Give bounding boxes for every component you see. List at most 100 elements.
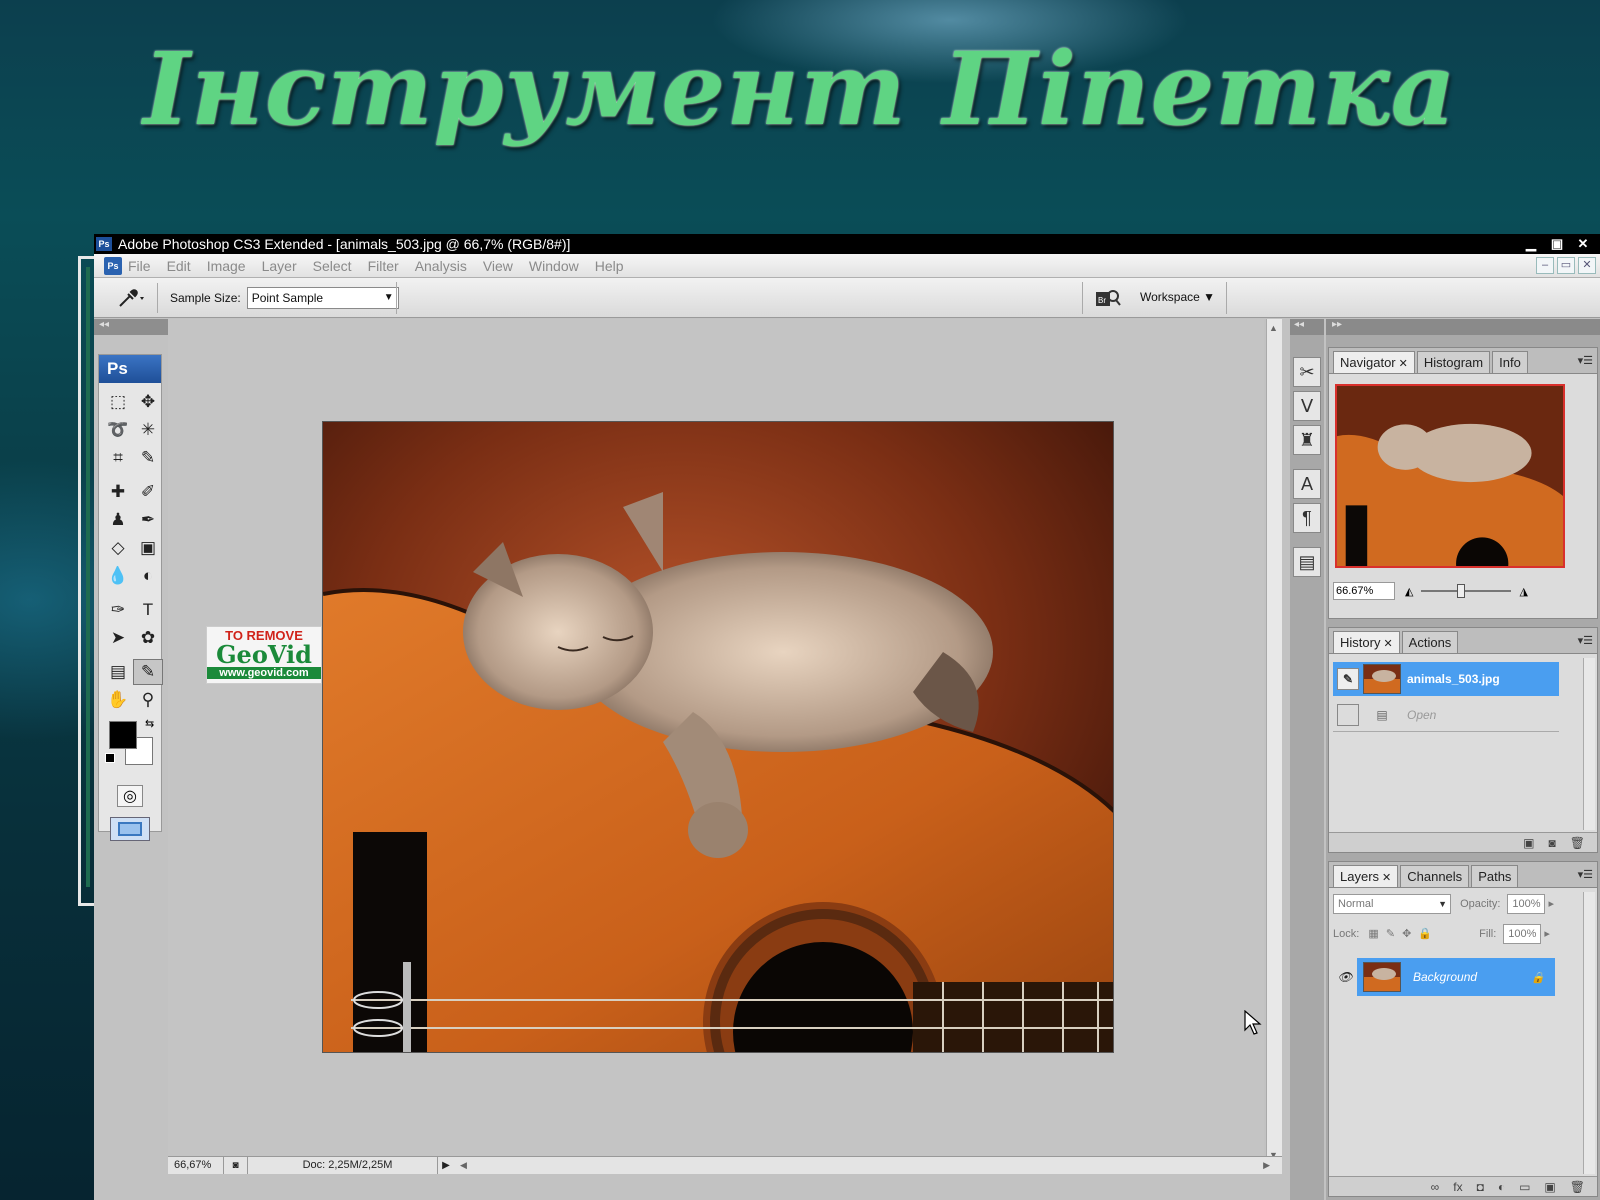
tab-info[interactable]: Info: [1492, 351, 1528, 373]
history-scrollbar[interactable]: [1583, 658, 1595, 830]
menu-help[interactable]: Help: [595, 258, 624, 274]
layer-comps-icon[interactable]: ▤: [1293, 547, 1321, 577]
brushes-icon[interactable]: ⴸ: [1293, 391, 1321, 421]
tools-collapse-bar[interactable]: ◂◂: [94, 319, 168, 335]
history-brush-source-icon[interactable]: ✎: [1337, 668, 1359, 690]
delete-state-icon[interactable]: 🗑: [1570, 836, 1585, 850]
default-colors-icon[interactable]: [105, 753, 115, 763]
menu-analysis[interactable]: Analysis: [415, 258, 467, 274]
character-icon[interactable]: A: [1293, 469, 1321, 499]
new-group-icon[interactable]: ▭: [1519, 1180, 1530, 1194]
screen-mode-button[interactable]: [110, 817, 150, 841]
document-image[interactable]: [322, 421, 1114, 1053]
add-mask-icon[interactable]: ◘: [1477, 1180, 1484, 1194]
navigator-zoom-slider[interactable]: [1421, 584, 1512, 598]
tab-channels[interactable]: Channels: [1400, 865, 1470, 887]
sample-size-select[interactable]: Point Sample ▼: [246, 286, 399, 309]
workspace-menu[interactable]: Workspace ▼: [1140, 290, 1215, 304]
opacity-arrow-icon[interactable]: ▸: [1549, 898, 1555, 910]
tab-paths[interactable]: Paths: [1471, 865, 1519, 887]
scroll-left-icon[interactable]: ◀: [460, 1160, 467, 1171]
tab-history[interactable]: History ✕: [1333, 631, 1400, 653]
doc-restore-button[interactable]: ▭: [1557, 257, 1575, 274]
magic-wand-tool-icon[interactable]: ✳: [133, 417, 163, 443]
scroll-up-icon[interactable]: ▲: [1269, 323, 1278, 333]
foreground-color-swatch[interactable]: [109, 721, 137, 749]
status-menu-arrow-icon[interactable]: ▶: [438, 1160, 454, 1171]
slice-tool-icon[interactable]: ✎: [133, 445, 163, 471]
close-button[interactable]: ✕: [1572, 235, 1594, 252]
path-selection-tool-icon[interactable]: ➤: [103, 625, 133, 651]
slider-handle[interactable]: [1457, 584, 1466, 598]
navigator-zoom-field[interactable]: 66.67%: [1333, 582, 1395, 600]
brush-tool-icon[interactable]: ✐: [133, 479, 163, 505]
clone-stamp-tool-icon[interactable]: ♟: [103, 507, 133, 533]
quick-mask-button[interactable]: ◎: [117, 785, 143, 807]
menu-image[interactable]: Image: [207, 258, 246, 274]
panels-collapse-bar[interactable]: ▸▸: [1326, 319, 1600, 335]
link-layers-icon[interactable]: ∞: [1431, 1180, 1440, 1194]
hand-tool-icon[interactable]: ✋: [103, 687, 133, 713]
move-tool-icon[interactable]: ✥: [133, 389, 163, 415]
eyedropper-tool-icon[interactable]: ✎: [133, 659, 163, 685]
history-step-open[interactable]: ▤ Open: [1333, 698, 1559, 732]
gradient-tool-icon[interactable]: ▣: [133, 535, 163, 561]
dodge-tool-icon[interactable]: ◐: [133, 563, 163, 589]
lock-transparent-icon[interactable]: ▦: [1368, 928, 1378, 940]
panel-menu-icon[interactable]: ▾☰: [1578, 634, 1593, 647]
panel-menu-icon[interactable]: ▾☰: [1578, 868, 1593, 881]
adjustment-layer-icon[interactable]: ◐: [1498, 1180, 1505, 1194]
pen-tool-icon[interactable]: ✑: [103, 597, 133, 623]
restore-button[interactable]: ▣: [1546, 235, 1568, 252]
lasso-tool-icon[interactable]: ➰: [103, 417, 133, 443]
history-snapshot[interactable]: ✎ animals_503.jpg: [1333, 662, 1559, 696]
lock-position-icon[interactable]: ✥: [1402, 928, 1411, 940]
doc-minimize-button[interactable]: –: [1536, 257, 1554, 274]
zoom-out-icon[interactable]: ◭: [1405, 585, 1413, 598]
tool-presets-icon[interactable]: ✂: [1293, 357, 1321, 387]
vertical-scrollbar[interactable]: ▲ ▼: [1266, 319, 1282, 1164]
menu-edit[interactable]: Edit: [167, 258, 191, 274]
tool-preset-picker[interactable]: [104, 282, 158, 313]
crop-tool-icon[interactable]: ⌗: [103, 445, 133, 471]
tab-layers[interactable]: Layers ✕: [1333, 865, 1399, 887]
new-snapshot-icon[interactable]: ◙: [1549, 836, 1556, 850]
new-document-from-state-icon[interactable]: ▣: [1523, 836, 1534, 850]
clone-source-icon[interactable]: ♜: [1293, 425, 1321, 455]
layer-visibility-eye-icon[interactable]: 👁: [1333, 958, 1357, 996]
history-brush-tool-icon[interactable]: ✒: [133, 507, 163, 533]
menu-window[interactable]: Window: [529, 258, 579, 274]
status-zoom-field[interactable]: 66,67%: [168, 1157, 224, 1174]
new-layer-icon[interactable]: ▣: [1544, 1180, 1555, 1194]
menu-filter[interactable]: Filter: [368, 258, 399, 274]
paragraph-icon[interactable]: ¶: [1293, 503, 1321, 533]
blend-mode-select[interactable]: Normal ▼: [1333, 894, 1451, 914]
notes-tool-icon[interactable]: ▤: [103, 659, 133, 685]
tab-actions[interactable]: Actions: [1401, 631, 1459, 653]
blur-tool-icon[interactable]: 💧: [103, 563, 133, 589]
lock-all-icon[interactable]: 🔒: [1418, 928, 1432, 940]
layers-scrollbar[interactable]: [1583, 892, 1595, 1174]
layer-background[interactable]: 👁 Background 🔒: [1333, 958, 1555, 996]
layer-style-icon[interactable]: fx: [1453, 1180, 1462, 1194]
menu-file[interactable]: File: [128, 258, 151, 274]
dock-collapse-bar[interactable]: ◂◂: [1290, 319, 1324, 335]
close-tab-icon[interactable]: ✕: [1382, 872, 1391, 884]
scroll-right-icon[interactable]: ▶: [1263, 1160, 1270, 1171]
type-tool-icon[interactable]: T: [133, 597, 163, 623]
marquee-tool-icon[interactable]: ⬚: [103, 389, 133, 415]
tab-histogram[interactable]: Histogram: [1416, 351, 1491, 373]
panel-menu-icon[interactable]: ▾☰: [1578, 354, 1593, 367]
close-tab-icon[interactable]: ✕: [1383, 638, 1392, 650]
tab-navigator[interactable]: Navigator ✕: [1333, 351, 1415, 373]
zoom-tool-icon[interactable]: ⚲: [133, 687, 163, 713]
bridge-button[interactable]: Br: [1094, 286, 1122, 310]
fill-arrow-icon[interactable]: ▸: [1544, 928, 1550, 940]
shape-tool-icon[interactable]: ✿: [133, 625, 163, 651]
eraser-tool-icon[interactable]: ◇: [103, 535, 133, 561]
zoom-in-icon[interactable]: ◮: [1519, 585, 1527, 598]
healing-brush-tool-icon[interactable]: ✚: [103, 479, 133, 505]
navigator-thumbnail[interactable]: [1335, 384, 1565, 568]
canvas-area[interactable]: [168, 319, 1264, 1164]
fill-field[interactable]: 100%: [1503, 924, 1542, 944]
